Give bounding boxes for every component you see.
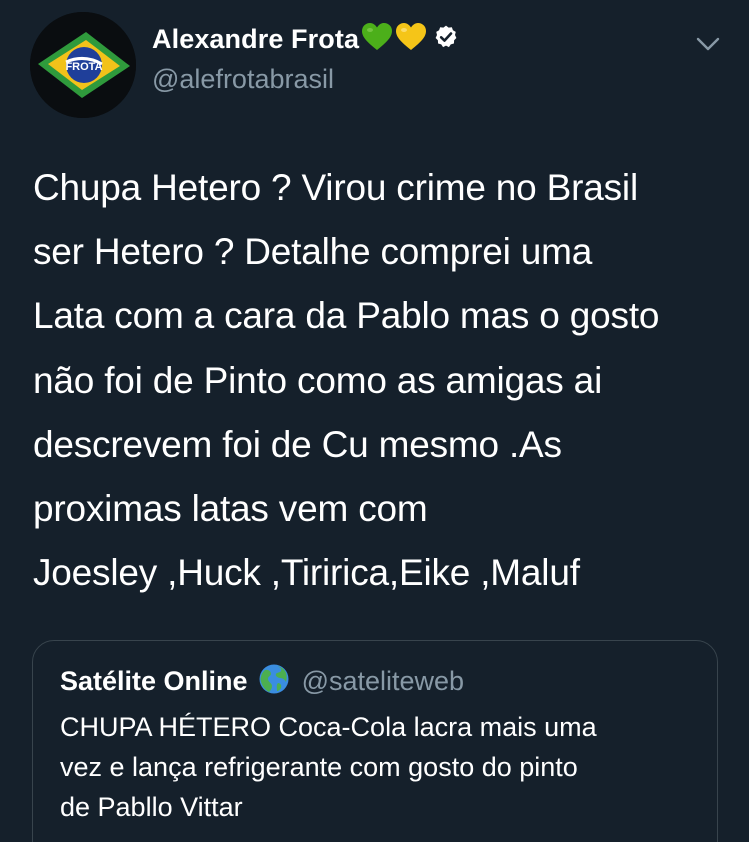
brazil-flag-avatar-icon: FROTA bbox=[30, 12, 136, 118]
verified-badge-icon bbox=[433, 24, 459, 55]
quoted-display-name: Satélite Online bbox=[60, 666, 248, 696]
author-handle[interactable]: @alefrotabrasil bbox=[152, 64, 334, 95]
globe-americas-icon bbox=[258, 663, 290, 700]
tweet-text-line: proximas latas vem com bbox=[33, 488, 428, 530]
tweet-text-line: Chupa Hetero ? Virou crime no Brasil bbox=[33, 167, 638, 208]
quoted-tweet-header: Satélite Online @sateliteweb bbox=[60, 663, 464, 700]
author-name-row: Alexandre Frota bbox=[152, 22, 459, 57]
tweet-text-line: Joesley ,Huck ,Tiririca,Eike ,Maluf bbox=[33, 552, 580, 594]
quoted-text-line: vez e lança refrigerante com gosto do pi… bbox=[60, 752, 578, 782]
author-display-name[interactable]: Alexandre Frota bbox=[152, 24, 359, 55]
tweet-text: Chupa Hetero ? Virou crime no Brasil ser… bbox=[33, 156, 733, 605]
tweet-card: FROTA Alexandre Frota @alefrotabrasil Ch… bbox=[0, 0, 749, 842]
tweet-text-line: descrevem foi de Cu mesmo .As bbox=[33, 423, 562, 465]
tweet-text-line: não foi de Pinto como as amigas ai bbox=[33, 359, 603, 401]
yellow-heart-icon bbox=[395, 22, 427, 57]
quoted-handle: @sateliteweb bbox=[301, 666, 465, 696]
avatar-text: FROTA bbox=[65, 61, 102, 73]
avatar[interactable]: FROTA bbox=[30, 12, 136, 118]
chevron-down-icon[interactable] bbox=[694, 32, 722, 56]
tweet-text-line: Lata com a cara da Pablo mas o gosto bbox=[33, 295, 660, 337]
quoted-text-line: CHUPA HÉTERO Coca-Cola lacra mais uma bbox=[60, 712, 597, 742]
quoted-text-line: de Pabllo Vittar bbox=[60, 792, 243, 822]
green-heart-icon bbox=[361, 22, 393, 57]
quoted-tweet-text: CHUPA HÉTERO Coca-Cola lacra mais uma ve… bbox=[60, 707, 700, 827]
quoted-tweet[interactable]: Satélite Online @sateliteweb CHUPA HÉTER… bbox=[32, 640, 718, 842]
tweet-text-line: ser Hetero ? Detalhe comprei uma bbox=[33, 231, 593, 273]
